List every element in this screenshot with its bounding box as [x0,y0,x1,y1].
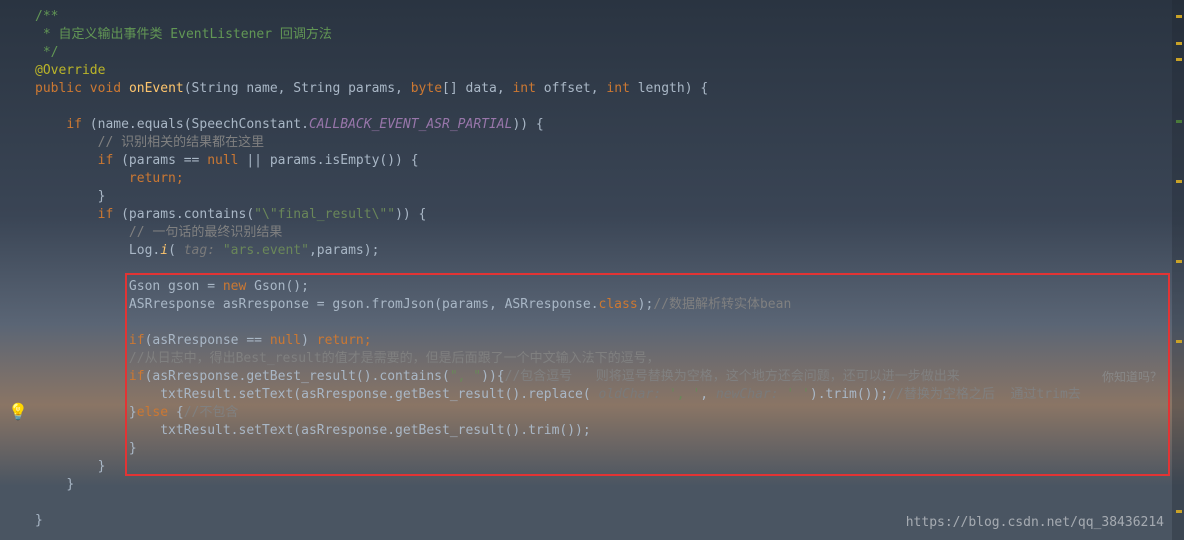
warning-marker[interactable] [1176,58,1182,61]
warning-marker[interactable] [1176,260,1182,263]
code-line: if (params.contains("\"final_result\""))… [35,206,1184,224]
info-marker[interactable] [1176,120,1182,123]
code-line: */ [35,44,1184,62]
code-line: txtResult.setText(asRresponse.getBest_re… [35,422,1184,440]
code-line: if (params == null || params.isEmpty()) … [35,152,1184,170]
code-line: Log.i( tag: "ars.event",params); [35,242,1184,260]
code-editor[interactable]: 💡 /** * 自定义输出事件类 EventListener 回调方法 */ @… [0,0,1184,540]
warning-marker[interactable] [1176,510,1182,513]
code-line: return; [35,170,1184,188]
code-line: public void onEvent(String name, String … [35,80,1184,98]
code-line: if (name.equals(SpeechConstant.CALLBACK_… [35,116,1184,134]
code-line [35,494,1184,512]
error-stripe[interactable] [1172,0,1184,540]
warning-marker[interactable] [1176,42,1182,45]
code-line: if(asRresponse.getBest_result().contains… [35,368,1184,386]
code-line: * 自定义输出事件类 EventListener 回调方法 [35,26,1184,44]
code-line: //从日志中，得出Best_result的值才是需要的，但是后面跟了一个中文输入… [35,350,1184,368]
code-line: if(asRresponse == null) return; [35,332,1184,350]
code-line: } [35,440,1184,458]
code-line: }else {//不包含 [35,404,1184,422]
code-line: ASRresponse asRresponse = gson.fromJson(… [35,296,1184,314]
code-line: // 一句话的最终识别结果 [35,224,1184,242]
code-line: @Override [35,62,1184,80]
tooltip-text: 你知道吗？ [1102,368,1162,385]
warning-marker[interactable] [1176,180,1182,183]
code-line: Gson gson = new Gson(); [35,278,1184,296]
code-line [35,260,1184,278]
code-line: } [35,476,1184,494]
code-line: } [35,458,1184,476]
editor-gutter: 💡 [0,0,25,540]
code-line [35,314,1184,332]
code-line: // 识别相关的结果都在这里 [35,134,1184,152]
code-line: txtResult.setText(asRresponse.getBest_re… [35,386,1184,404]
code-line: /** [35,8,1184,26]
intention-bulb-icon[interactable]: 💡 [8,402,28,421]
code-line [35,98,1184,116]
warning-marker[interactable] [1176,340,1182,343]
code-line: } [35,188,1184,206]
warning-marker[interactable] [1176,15,1182,18]
watermark-text: https://blog.csdn.net/qq_38436214 [906,515,1164,530]
